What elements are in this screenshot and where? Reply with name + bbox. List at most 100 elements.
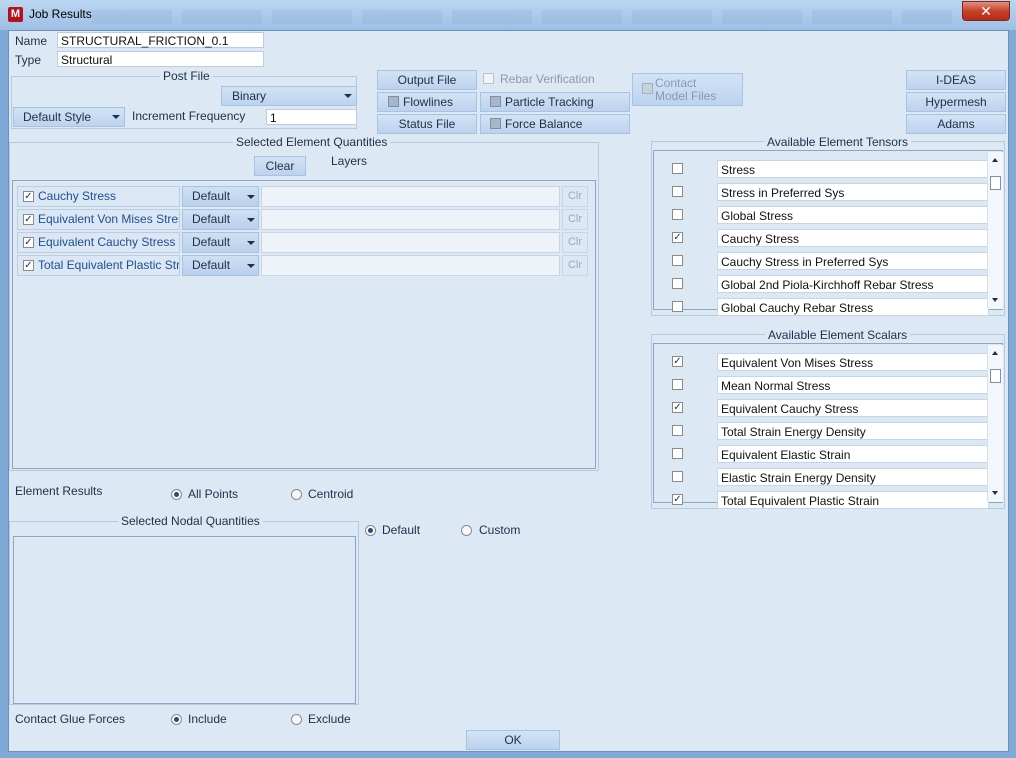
nodal-default-radio[interactable] bbox=[365, 525, 376, 536]
scroll-down-icon[interactable] bbox=[992, 298, 998, 302]
layer-dropdown[interactable]: Default bbox=[182, 209, 259, 230]
particle-tracking-label: Particle Tracking bbox=[505, 95, 594, 109]
list-item[interactable]: Equivalent Von Mises Stress bbox=[717, 353, 989, 371]
layer-input[interactable] bbox=[261, 209, 560, 230]
list-item-checkbox[interactable]: ✓ bbox=[672, 356, 683, 367]
list-item[interactable]: Total Strain Energy Density bbox=[717, 422, 989, 440]
quantity-checkbox[interactable]: ✓ bbox=[23, 214, 34, 225]
list-item[interactable]: Elastic Strain Energy Density bbox=[717, 468, 989, 486]
list-item-checkbox[interactable] bbox=[672, 301, 683, 312]
row-clear-button[interactable]: Clr bbox=[562, 255, 588, 276]
chevron-down-icon bbox=[344, 94, 352, 98]
layer-value: Default bbox=[192, 258, 231, 272]
list-item[interactable]: Equivalent Elastic Strain bbox=[717, 445, 989, 463]
tensors-scroll-thumb[interactable] bbox=[990, 176, 1001, 190]
rebar-verification-checkbox[interactable] bbox=[483, 73, 494, 84]
scalars-list[interactable]: ✓ Equivalent Von Mises Stress Mean Normal … bbox=[653, 343, 1003, 509]
list-item[interactable]: Global 2nd Piola-Kirchhoff Rebar Stress bbox=[717, 275, 989, 293]
layer-input[interactable] bbox=[261, 186, 560, 207]
increment-frequency-input[interactable]: 1 bbox=[266, 109, 357, 125]
contact-model-files-label-line2: Model Files bbox=[655, 89, 717, 103]
row-clear-button[interactable]: Clr bbox=[562, 232, 588, 253]
layer-dropdown[interactable]: Default bbox=[182, 232, 259, 253]
adams-button[interactable]: Adams bbox=[906, 114, 1006, 134]
list-item[interactable]: Stress bbox=[717, 160, 989, 178]
scalars-scrollbar[interactable] bbox=[987, 345, 1003, 502]
type-field[interactable]: Structural bbox=[57, 51, 264, 67]
hypermesh-button[interactable]: Hypermesh bbox=[906, 92, 1006, 112]
list-item[interactable]: Cauchy Stress in Preferred Sys bbox=[717, 252, 989, 270]
nodal-custom-label: Custom bbox=[479, 523, 521, 537]
selected-element-table: ✓ Cauchy Stress Default Clr ✓ Equivalent Von … bbox=[12, 180, 596, 469]
app-logo-icon: M bbox=[8, 7, 23, 22]
list-item[interactable]: Global Cauchy Rebar Stress bbox=[717, 298, 989, 316]
list-item[interactable]: Mean Normal Stress bbox=[717, 376, 989, 394]
quantity-checkbox[interactable]: ✓ bbox=[23, 191, 34, 202]
list-item[interactable]: Global Stress bbox=[717, 206, 989, 224]
layer-value: Default bbox=[192, 235, 231, 249]
quantity-name-cell[interactable]: ✓ Cauchy Stress bbox=[17, 186, 180, 207]
layer-dropdown[interactable]: Default bbox=[182, 255, 259, 276]
row-clear-button[interactable]: Clr bbox=[562, 186, 588, 207]
chevron-down-icon bbox=[247, 241, 255, 245]
force-balance-toggle[interactable]: Force Balance bbox=[480, 114, 630, 134]
post-file-format-dropdown[interactable]: Binary bbox=[221, 86, 357, 106]
list-item-checkbox[interactable]: ✓ bbox=[672, 232, 683, 243]
list-item-checkbox[interactable] bbox=[672, 471, 683, 482]
list-item-checkbox[interactable] bbox=[672, 278, 683, 289]
centroid-label: Centroid bbox=[308, 487, 354, 501]
list-item-checkbox[interactable] bbox=[672, 448, 683, 459]
selected-nodal-list[interactable] bbox=[13, 536, 356, 704]
rebar-verification-option[interactable]: Rebar Verification bbox=[481, 71, 630, 89]
exclude-radio[interactable] bbox=[291, 714, 302, 725]
layer-dropdown[interactable]: Default bbox=[182, 186, 259, 207]
scroll-down-icon[interactable] bbox=[992, 491, 998, 495]
nodal-custom-radio[interactable] bbox=[461, 525, 472, 536]
list-item-checkbox[interactable] bbox=[672, 209, 683, 220]
ok-button[interactable]: OK bbox=[466, 730, 560, 750]
scroll-up-icon[interactable] bbox=[992, 351, 998, 355]
list-item-checkbox[interactable] bbox=[672, 379, 683, 390]
rebar-verification-label: Rebar Verification bbox=[500, 72, 595, 86]
quantity-name-cell[interactable]: ✓ Equivalent Cauchy Stress bbox=[17, 232, 180, 253]
output-file-button[interactable]: Output File bbox=[377, 70, 477, 90]
list-item[interactable]: Equivalent Cauchy Stress bbox=[717, 399, 989, 417]
tensors-scrollbar[interactable] bbox=[987, 152, 1003, 309]
name-field[interactable]: STRUCTURAL_FRICTION_0.1 bbox=[57, 32, 264, 48]
quantity-name-cell[interactable]: ✓ Equivalent Von Mises Stress bbox=[17, 209, 180, 230]
layer-input[interactable] bbox=[261, 232, 560, 253]
list-item-checkbox[interactable] bbox=[672, 186, 683, 197]
include-radio[interactable] bbox=[171, 714, 182, 725]
list-item-checkbox[interactable]: ✓ bbox=[672, 494, 683, 505]
quantity-checkbox[interactable]: ✓ bbox=[23, 260, 34, 271]
post-style-dropdown[interactable]: Default Style bbox=[13, 107, 125, 127]
row-clear-button[interactable]: Clr bbox=[562, 209, 588, 230]
list-item-checkbox[interactable] bbox=[672, 163, 683, 174]
list-item[interactable]: Cauchy Stress bbox=[717, 229, 989, 247]
quantity-name: Cauchy Stress bbox=[38, 189, 117, 203]
list-item-checkbox[interactable] bbox=[672, 255, 683, 266]
clear-button[interactable]: Clear bbox=[254, 156, 306, 176]
close-button[interactable]: ✕ bbox=[962, 1, 1010, 21]
force-balance-indicator-icon bbox=[490, 118, 501, 130]
layer-value: Default bbox=[192, 189, 231, 203]
scalars-scroll-thumb[interactable] bbox=[990, 369, 1001, 383]
quantity-name: Total Equivalent Plastic Strain bbox=[38, 258, 180, 272]
quantity-checkbox[interactable]: ✓ bbox=[23, 237, 34, 248]
contact-model-files-button[interactable]: Contact Model Files bbox=[632, 73, 743, 106]
layer-input[interactable] bbox=[261, 255, 560, 276]
ideas-button[interactable]: I-DEAS bbox=[906, 70, 1006, 90]
centroid-radio[interactable] bbox=[291, 489, 302, 500]
status-file-button[interactable]: Status File bbox=[377, 114, 477, 134]
flowlines-toggle[interactable]: Flowlines bbox=[377, 92, 477, 112]
list-item-checkbox[interactable] bbox=[672, 425, 683, 436]
all-points-radio[interactable] bbox=[171, 489, 182, 500]
layer-value: Default bbox=[192, 212, 231, 226]
list-item-checkbox[interactable]: ✓ bbox=[672, 402, 683, 413]
particle-tracking-toggle[interactable]: Particle Tracking bbox=[480, 92, 630, 112]
quantity-name-cell[interactable]: ✓ Total Equivalent Plastic Strain bbox=[17, 255, 180, 276]
list-item[interactable]: Total Equivalent Plastic Strain bbox=[717, 491, 989, 509]
scroll-up-icon[interactable] bbox=[992, 158, 998, 162]
tensors-list[interactable]: Stress Stress in Preferred Sys Global Stre… bbox=[653, 150, 1003, 316]
list-item[interactable]: Stress in Preferred Sys bbox=[717, 183, 989, 201]
